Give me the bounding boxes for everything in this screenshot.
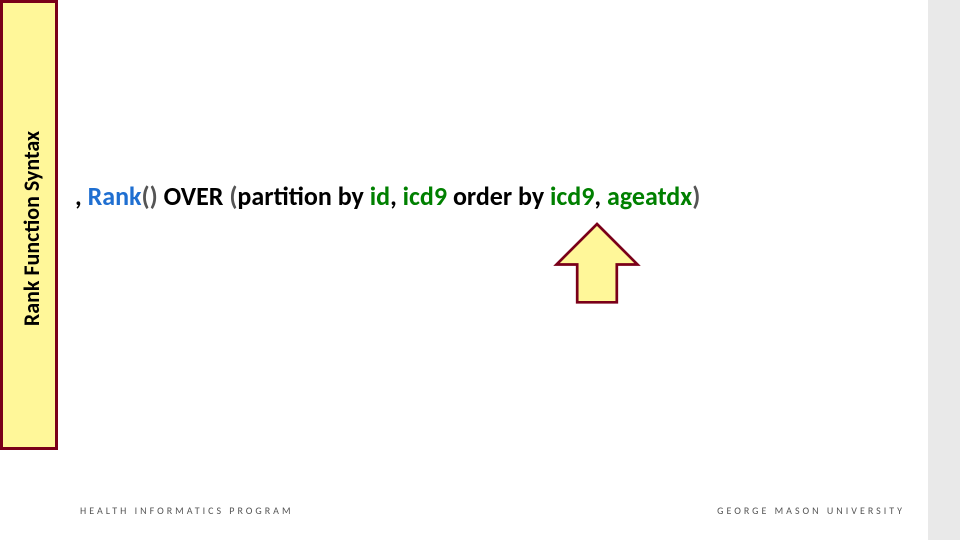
sep-2: , xyxy=(594,180,607,212)
right-margin-bar xyxy=(928,0,960,540)
col-icd9-b: icd9 xyxy=(550,180,594,212)
up-arrow-icon xyxy=(552,217,642,312)
close-paren-2: ) xyxy=(692,180,700,212)
close-paren-1: ) xyxy=(150,180,158,212)
footer-right: GEORGE MASON UNIVERSITY xyxy=(717,504,905,517)
col-icd9-a: icd9 xyxy=(403,180,447,212)
rank-syntax-line: , Rank() OVER (partition by id, icd9 ord… xyxy=(75,180,700,212)
partition-by-keyword: partition by xyxy=(237,180,369,212)
col-ageatdx: ageatdx xyxy=(607,180,692,212)
open-paren-1: ( xyxy=(142,180,150,212)
sep-1: , xyxy=(390,180,403,212)
order-by-keyword: order by xyxy=(447,180,550,212)
footer-left: HEALTH INFORMATICS PROGRAM xyxy=(80,504,294,517)
over-keyword: OVER xyxy=(158,180,230,212)
col-id: id xyxy=(370,180,390,212)
sidebar-title-box: Rank Function Syntax xyxy=(0,0,58,450)
sidebar-title-label-wrap: Rank Function Syntax xyxy=(3,3,61,453)
comma: , xyxy=(75,180,88,212)
sidebar-title: Rank Function Syntax xyxy=(19,130,46,325)
rank-keyword: Rank xyxy=(88,180,142,212)
slide: Rank Function Syntax , Rank() OVER (part… xyxy=(0,0,960,540)
